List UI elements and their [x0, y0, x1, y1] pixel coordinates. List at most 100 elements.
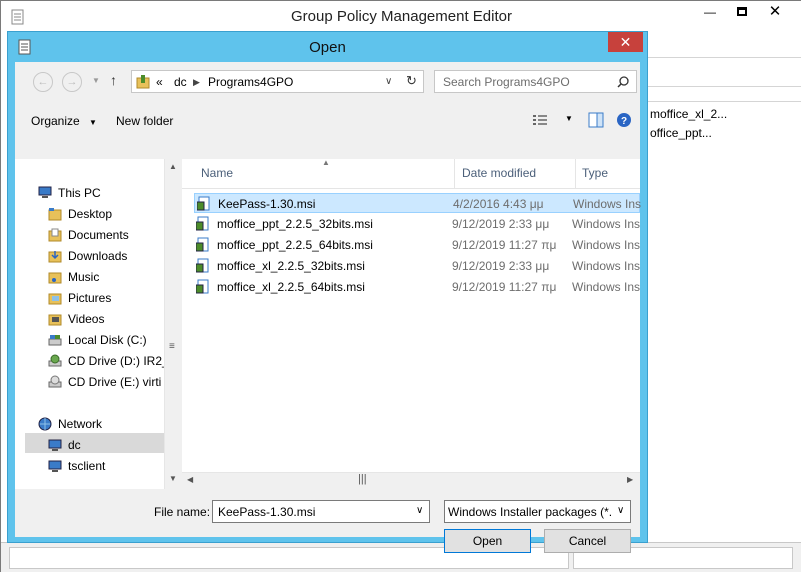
- file-date: 9/12/2019 2:33 μμ: [452, 259, 550, 273]
- background-title-bar: Group Policy Management Editor — ✕: [1, 1, 801, 31]
- open-button[interactable]: Open: [444, 529, 531, 553]
- nav-item-desktop[interactable]: Desktop: [48, 204, 158, 224]
- scroll-right-icon[interactable]: ▶: [627, 475, 633, 484]
- preview-pane-icon[interactable]: [588, 112, 604, 128]
- view-options-icon[interactable]: [532, 113, 548, 127]
- breadcrumb-dc[interactable]: dc: [174, 75, 187, 89]
- file-row-moffice-ppt-32[interactable]: moffice_ppt_2.2.5_32bits.msi 9/12/2019 2…: [194, 214, 640, 234]
- file-row-keepass[interactable]: KeePass-1.30.msi 4/2/2016 4:43 μμ Window…: [194, 193, 641, 213]
- new-folder-button[interactable]: New folder: [116, 114, 173, 128]
- nav-item-tsclient[interactable]: tsclient: [48, 456, 158, 476]
- nav-item-label: Desktop: [68, 207, 113, 221]
- search-icon[interactable]: [617, 76, 629, 88]
- file-name-value: KeePass-1.30.msi: [218, 505, 316, 519]
- column-type[interactable]: Type: [582, 166, 608, 180]
- nav-item-cd-drive-e[interactable]: CD Drive (E:) virti: [48, 372, 164, 392]
- help-icon[interactable]: ?: [616, 112, 632, 128]
- folder-user-icon: [136, 75, 150, 89]
- nav-item-label: This PC: [58, 186, 101, 200]
- address-dropdown-icon[interactable]: ∨: [385, 76, 392, 87]
- nav-item-pictures[interactable]: Pictures: [48, 288, 158, 308]
- recent-locations-chevron-icon[interactable]: ▼: [92, 76, 100, 85]
- file-name-label: File name:: [154, 505, 211, 519]
- open-dialog: Open ✕ ← → ▼ ↑ « dc ▶ Programs4GPO ∨ ↻ S…: [7, 31, 648, 553]
- up-button[interactable]: ↑: [110, 72, 117, 88]
- nav-item-label: dc: [68, 438, 81, 452]
- file-row-moffice-ppt-64[interactable]: moffice_ppt_2.2.5_64bits.msi 9/12/2019 1…: [194, 235, 640, 255]
- search-input[interactable]: Search Programs4GPO: [434, 70, 637, 93]
- file-name: moffice_ppt_2.2.5_64bits.msi: [217, 238, 373, 252]
- nav-item-label: Downloads: [68, 249, 128, 263]
- background-status-bar: [1, 542, 801, 572]
- back-button[interactable]: ←: [33, 72, 53, 92]
- navigation-bar: ← → ▼ ↑ « dc ▶ Programs4GPO ∨ ↻ Search P…: [15, 62, 640, 102]
- file-type: Windows Insta: [572, 217, 640, 231]
- nav-item-documents[interactable]: Documents: [48, 225, 158, 245]
- minimize-button[interactable]: —: [694, 1, 726, 23]
- column-name[interactable]: Name: [201, 166, 233, 180]
- msi-installer-icon: [196, 279, 209, 294]
- nav-item-music[interactable]: Music: [48, 267, 158, 287]
- organize-button[interactable]: Organize ▼: [31, 114, 97, 128]
- dialog-title-bar: Open ✕: [8, 32, 647, 62]
- nav-item-label: Videos: [68, 312, 105, 326]
- file-name-dropdown-icon[interactable]: ∨: [416, 505, 423, 516]
- organize-label: Organize: [31, 114, 80, 128]
- view-dropdown-icon[interactable]: ▼: [565, 114, 573, 123]
- file-date: 9/12/2019 2:33 μμ: [452, 217, 550, 231]
- file-type-select[interactable]: Windows Installer packages (*.r ∨: [444, 500, 631, 523]
- scroll-up-icon[interactable]: ▲: [169, 162, 177, 171]
- horizontal-scrollbar[interactable]: ◀ ||| ▶: [182, 472, 640, 489]
- close-button[interactable]: ✕: [759, 1, 791, 23]
- nav-item-label: CD Drive (D:) IR2_: [68, 354, 164, 368]
- cd-drive-icon: [48, 354, 62, 367]
- msi-installer-icon: [196, 258, 209, 273]
- nav-item-videos[interactable]: Videos: [48, 309, 158, 329]
- folder-icon: [48, 314, 62, 326]
- file-type-dropdown-icon[interactable]: ∨: [617, 505, 624, 516]
- svg-text:?: ?: [621, 116, 627, 127]
- nav-item-cd-drive-d[interactable]: CD Drive (D:) IR2_: [48, 351, 164, 371]
- nav-item-label: Local Disk (C:): [68, 333, 147, 347]
- cancel-button[interactable]: Cancel: [544, 529, 631, 553]
- column-date-modified[interactable]: Date modified: [462, 166, 536, 180]
- nav-item-dc[interactable]: dc: [48, 435, 158, 455]
- nav-item-this-pc[interactable]: This PC: [38, 183, 158, 203]
- file-date: 9/12/2019 11:27 πμ: [452, 238, 557, 252]
- network-computer-icon: [48, 439, 62, 451]
- nav-item-label: tsclient: [68, 459, 106, 473]
- background-file-item: moffice_xl_2...: [650, 107, 728, 121]
- scroll-grip-icon[interactable]: |||: [358, 473, 367, 485]
- cd-drive-icon: [48, 375, 62, 388]
- maximize-button[interactable]: [726, 1, 758, 23]
- background-file-item: office_ppt...: [650, 126, 712, 140]
- file-name-input[interactable]: KeePass-1.30.msi ∨: [212, 500, 430, 523]
- file-row-moffice-xl-64[interactable]: moffice_xl_2.2.5_64bits.msi 9/12/2019 11…: [194, 277, 640, 297]
- breadcrumb-overflow[interactable]: «: [156, 75, 163, 89]
- forward-button[interactable]: →: [62, 72, 82, 92]
- nav-item-label: CD Drive (E:) virti: [68, 375, 162, 389]
- nav-item-label: Documents: [68, 228, 129, 242]
- folder-icon: [48, 272, 62, 284]
- network-icon: [38, 417, 52, 431]
- file-type: Windows Insta: [573, 197, 641, 211]
- nav-item-network[interactable]: Network: [38, 414, 158, 434]
- sort-ascending-icon: ▲: [322, 158, 330, 167]
- scroll-left-icon[interactable]: ◀: [187, 475, 193, 484]
- navigation-pane: This PC Desktop Documents Downloads Musi…: [15, 159, 181, 489]
- file-name: moffice_ppt_2.2.5_32bits.msi: [217, 217, 373, 231]
- breadcrumb-programs4gpo[interactable]: Programs4GPO: [208, 75, 293, 89]
- scroll-down-icon[interactable]: ▼: [169, 474, 177, 483]
- breadcrumb-separator-icon[interactable]: ▶: [193, 77, 200, 88]
- nav-item-downloads[interactable]: Downloads: [48, 246, 158, 266]
- scroll-grip-icon[interactable]: ≡: [169, 341, 175, 352]
- search-placeholder: Search Programs4GPO: [443, 75, 570, 89]
- msi-installer-icon: [197, 196, 210, 211]
- organize-dropdown-icon: ▼: [89, 118, 97, 127]
- file-row-moffice-xl-32[interactable]: moffice_xl_2.2.5_32bits.msi 9/12/2019 2:…: [194, 256, 640, 276]
- nav-item-local-disk[interactable]: Local Disk (C:): [48, 330, 158, 350]
- nav-scrollbar[interactable]: ▲ ≡ ▼: [164, 159, 181, 489]
- refresh-icon[interactable]: ↻: [406, 73, 417, 89]
- address-bar[interactable]: « dc ▶ Programs4GPO ∨ ↻: [131, 70, 424, 93]
- dialog-close-button[interactable]: ✕: [608, 32, 643, 52]
